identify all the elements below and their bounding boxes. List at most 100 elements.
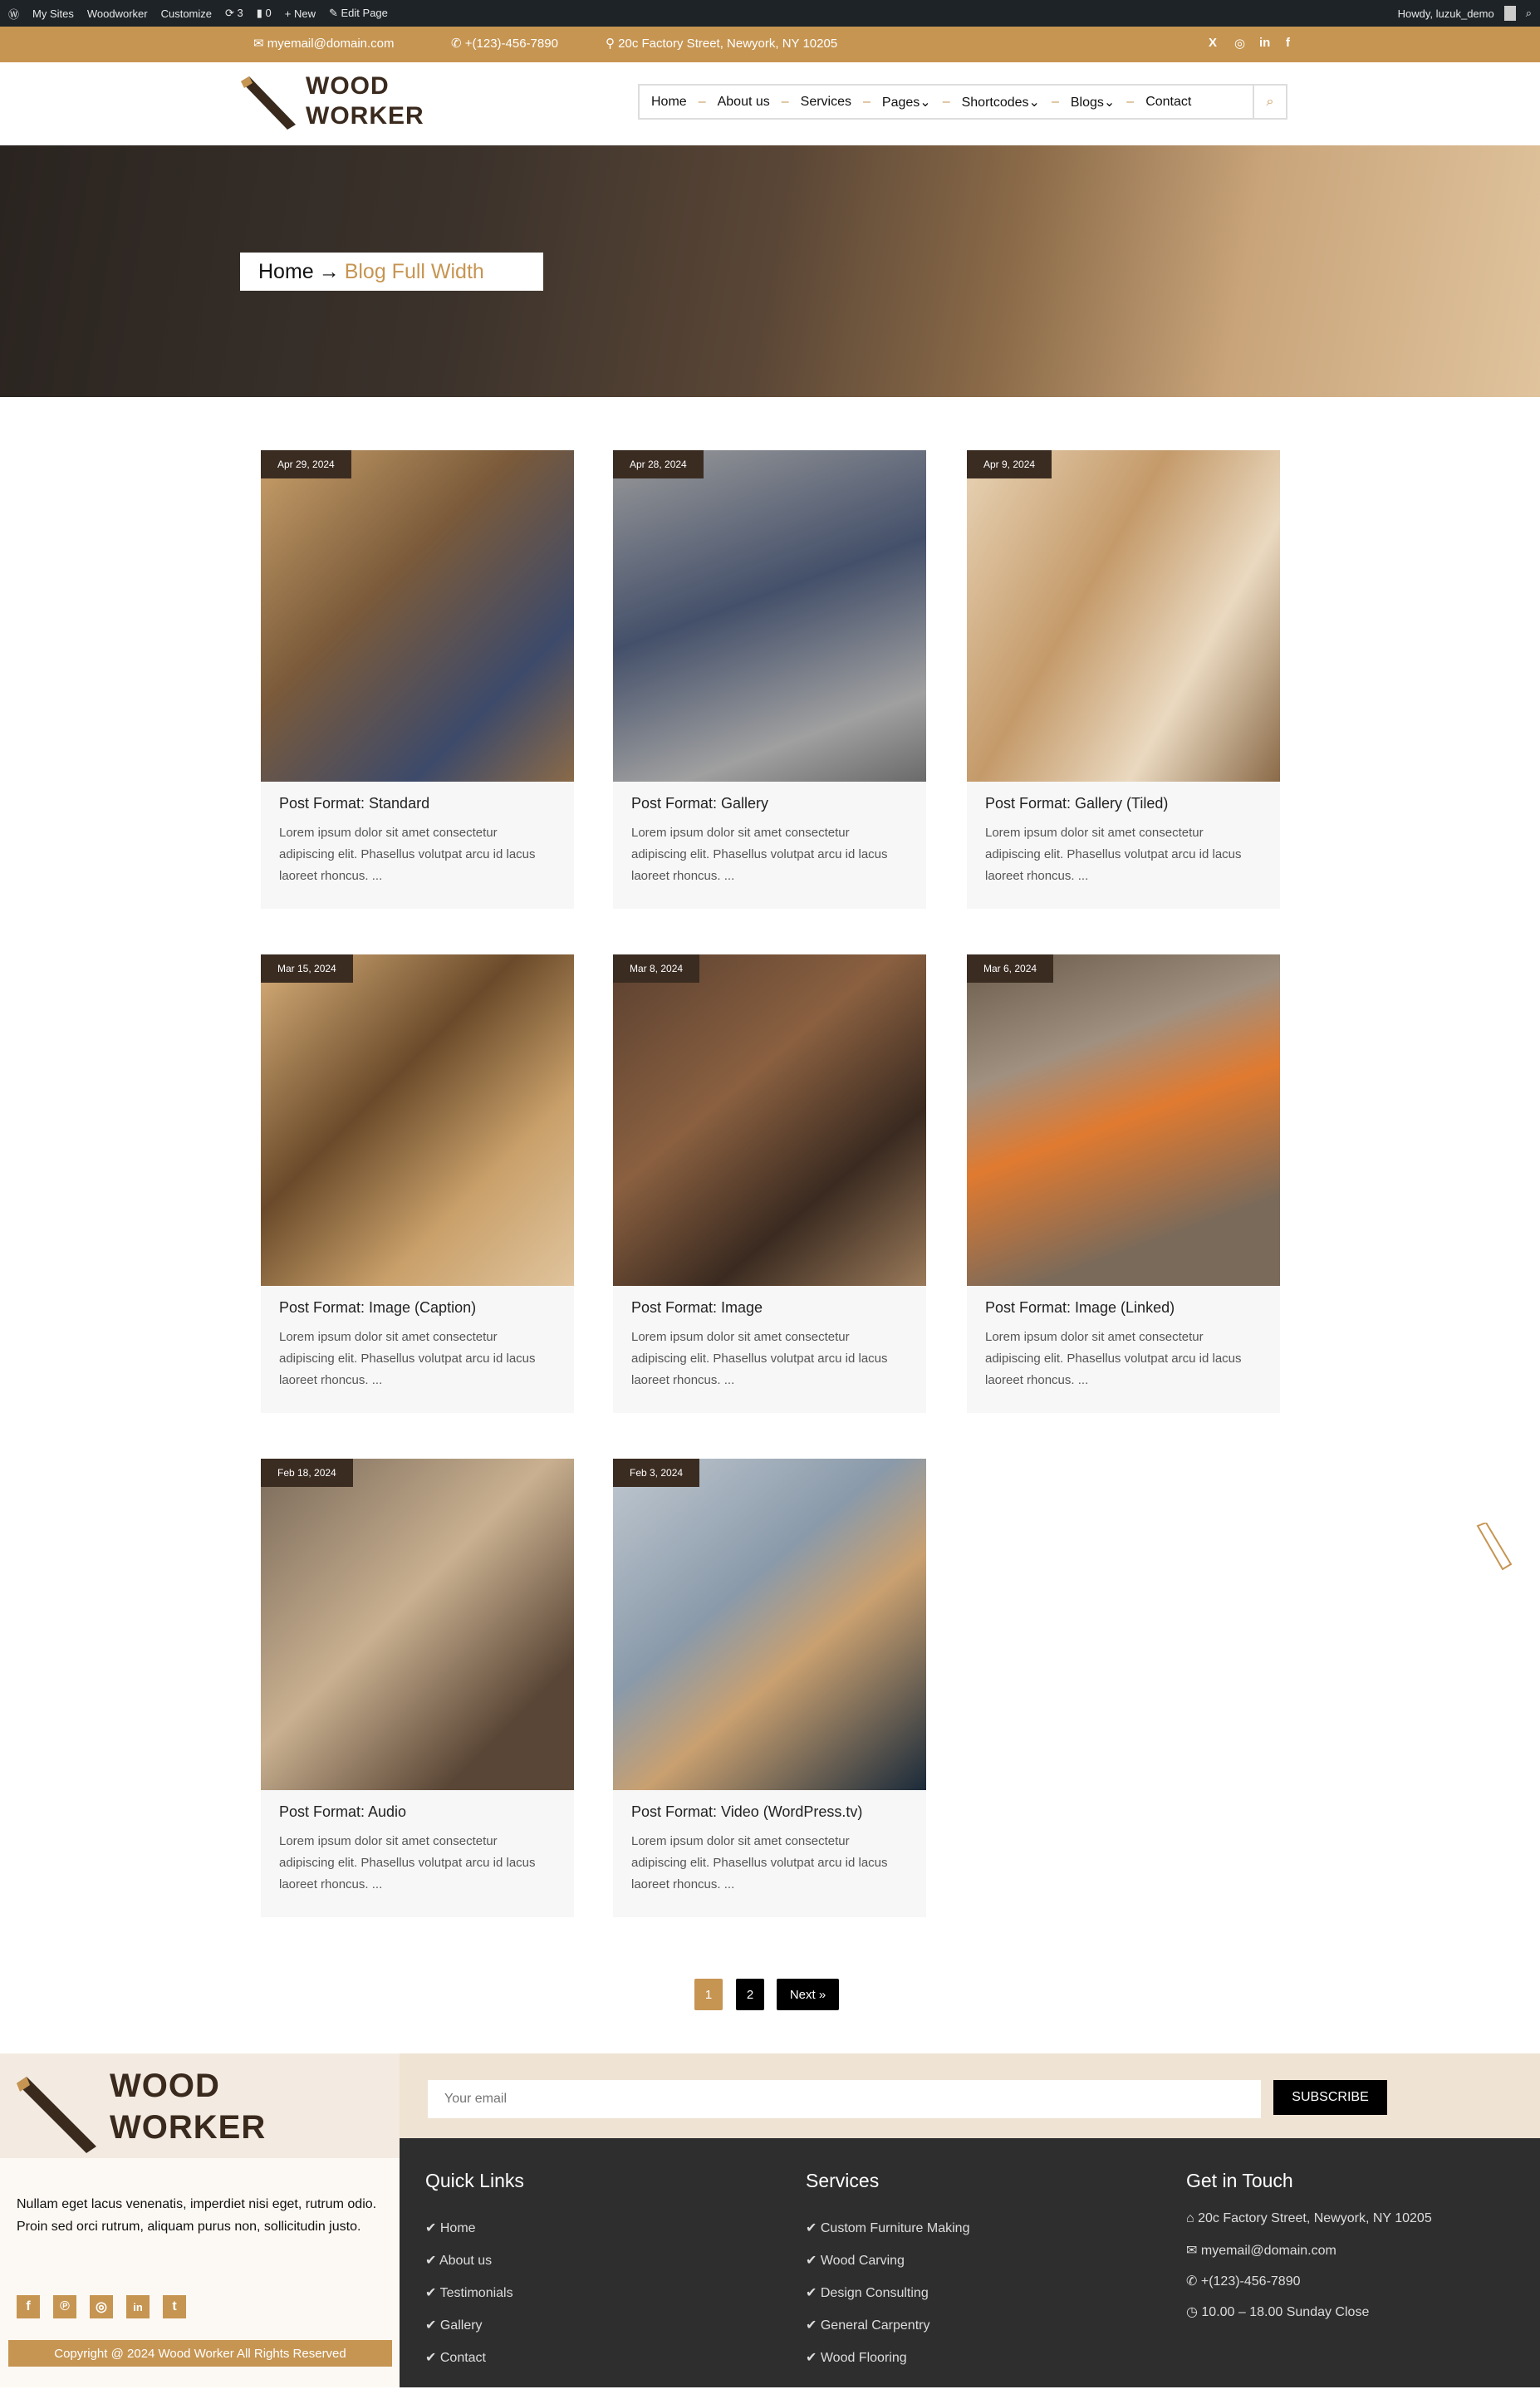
contact-text: 10.00 – 18.00 Sunday Close [1201,2305,1370,2319]
twitter-icon[interactable]: t [163,2295,186,2318]
saw-float-icon[interactable] [1474,1521,1514,1577]
footer-service-link[interactable]: ✔ Design Consulting [806,2284,929,2301]
admin-comments[interactable]: ▮ 0 [257,7,272,20]
nav-contact[interactable]: Contact [1134,95,1203,110]
link-label: Testimonials [439,2286,513,2300]
post-thumbnail[interactable]: Feb 3, 2024 [613,1459,926,1790]
page-1-button[interactable]: 1 [694,1979,723,2010]
admin-greeting[interactable]: Howdy, luzuk_demo [1398,7,1494,20]
post-thumbnail[interactable]: Feb 18, 2024 [261,1459,574,1790]
post-title[interactable]: Post Format: Image [631,1299,908,1317]
breadcrumb: Home → Blog Full Width [240,253,543,291]
post-title[interactable]: Post Format: Standard [279,795,556,812]
check-icon: ✔ [425,2221,440,2235]
nav-blogs[interactable]: Blogs⌄ [1059,94,1126,110]
footer-logo-text[interactable]: WOOD WORKER [110,2065,266,2148]
pinterest-icon[interactable]: ℗ [53,2295,76,2318]
post-title[interactable]: Post Format: Gallery [631,795,908,812]
post-thumbnail[interactable]: Mar 8, 2024 [613,954,926,1286]
footer-logo[interactable] [15,2075,98,2158]
footer-quick-link[interactable]: ✔ Home [425,2220,476,2236]
breadcrumb-home[interactable]: Home [258,260,314,284]
facebook-icon[interactable]: f [17,2295,40,2318]
link-label: Gallery [439,2318,483,2333]
footer-service-link[interactable]: ✔ Wood Carving [806,2252,905,2269]
post-thumbnail[interactable]: Apr 9, 2024 [967,450,1280,782]
nav-services[interactable]: Services [789,95,863,110]
envelope-icon: ✉ [1186,2244,1201,2258]
topbar-email[interactable]: ✉ myemail@domain.com [253,36,395,51]
post-excerpt: Lorem ipsum dolor sit amet consectetur a… [279,1834,536,1891]
breadcrumb-current: Blog Full Width [344,259,484,283]
instagram-icon[interactable]: ◎ [90,2295,113,2318]
nav-separator: – [698,94,706,109]
linkedin-icon[interactable]: in [126,2295,150,2318]
nav-home[interactable]: Home [640,95,699,110]
footer-service-link[interactable]: ✔ Custom Furniture Making [806,2220,969,2236]
instagram-icon[interactable]: ◎ [1234,36,1245,51]
facebook-icon[interactable]: f [1286,36,1290,50]
footer-service-link[interactable]: ✔ Wood Flooring [806,2349,907,2366]
admin-edit-page[interactable]: ✎ Edit Page [329,7,388,20]
nav-shortcodes-label: Shortcodes [961,95,1029,110]
post-card[interactable]: Mar 8, 2024 Post Format: Image Lorem ipsum… [613,954,926,1413]
logo-text[interactable]: WOOD WORKER [306,71,424,131]
subscribe-button[interactable]: SUBSCRIBE [1273,2080,1387,2115]
admin-updates[interactable]: ⟳ 3 [225,7,243,20]
post-thumbnail[interactable]: Mar 6, 2024 [967,954,1280,1286]
email-input[interactable] [428,2080,1261,2118]
footer-service-link[interactable]: ✔ General Carpentry [806,2317,929,2333]
post-card[interactable]: Apr 29, 2024 Post Format: Standard Lorem i… [261,450,574,909]
link-label: Wood Flooring [820,2351,907,2365]
logo-line2: WORKER [306,102,424,130]
saw-logo-icon [241,76,296,130]
phone-text: +(123)-456-7890 [464,37,558,51]
nav-pages[interactable]: Pages⌄ [871,94,943,110]
admin-customize[interactable]: Customize [161,7,212,20]
page-2-button[interactable]: 2 [736,1979,764,2010]
nav-shortcodes[interactable]: Shortcodes⌄ [950,94,1052,110]
x-icon[interactable]: X [1209,36,1217,50]
site-logo[interactable] [239,76,297,135]
post-title[interactable]: Post Format: Audio [279,1803,556,1821]
linkedin-icon[interactable]: in [1259,36,1270,50]
link-label: Design Consulting [820,2286,929,2300]
link-label: Home [439,2221,476,2235]
admin-new[interactable]: + New [285,7,316,20]
post-thumbnail[interactable]: Mar 15, 2024 [261,954,574,1286]
link-label: About us [439,2254,493,2268]
footer-quick-link[interactable]: ✔ About us [425,2252,492,2269]
footer-quick-link[interactable]: ✔ Contact [425,2349,486,2366]
post-date: Mar 15, 2024 [261,954,353,983]
post-card[interactable]: Feb 18, 2024 Post Format: Audio Lorem ipsu… [261,1459,574,1917]
admin-my-sites[interactable]: My Sites [32,7,74,20]
avatar[interactable] [1503,6,1516,21]
wordpress-icon[interactable]: Ⓦ [8,6,19,22]
post-card[interactable]: Apr 28, 2024 Post Format: Gallery Lorem ip… [613,450,926,909]
nav-about[interactable]: About us [706,95,782,110]
email-text: myemail@domain.com [267,37,395,51]
nav-separator: – [942,94,950,109]
post-title[interactable]: Post Format: Image (Caption) [279,1299,556,1317]
post-card[interactable]: Feb 3, 2024 Post Format: Video (WordPress… [613,1459,926,1917]
post-title[interactable]: Post Format: Image (Linked) [985,1299,1262,1317]
search-icon[interactable]: ⌕ [1253,86,1286,118]
topbar-phone[interactable]: ✆ +(123)-456-7890 [451,36,558,51]
post-thumbnail[interactable]: Apr 29, 2024 [261,450,574,782]
map-pin-icon: ⚲ [606,37,619,51]
search-icon[interactable]: ⌕ [1526,7,1532,20]
post-card[interactable]: Apr 9, 2024 Post Format: Gallery (Tiled) L… [967,450,1280,909]
chevron-down-icon: ⌄ [1028,95,1040,110]
admin-site-name[interactable]: Woodworker [87,7,148,20]
logo-line1: WOOD [306,72,390,100]
footer-quick-link[interactable]: ✔ Testimonials [425,2284,513,2301]
post-card[interactable]: Mar 6, 2024 Post Format: Image (Linked) Lo… [967,954,1280,1413]
next-page-button[interactable]: Next » [777,1979,839,2010]
post-card[interactable]: Mar 15, 2024 Post Format: Image (Caption)… [261,954,574,1413]
post-title[interactable]: Post Format: Gallery (Tiled) [985,795,1262,812]
saw-logo-icon [17,2077,96,2153]
post-thumbnail[interactable]: Apr 28, 2024 [613,450,926,782]
post-title[interactable]: Post Format: Video (WordPress.tv) [631,1803,908,1821]
footer-quick-link[interactable]: ✔ Gallery [425,2317,483,2333]
contact-title: Get in Touch [1186,2170,1293,2191]
